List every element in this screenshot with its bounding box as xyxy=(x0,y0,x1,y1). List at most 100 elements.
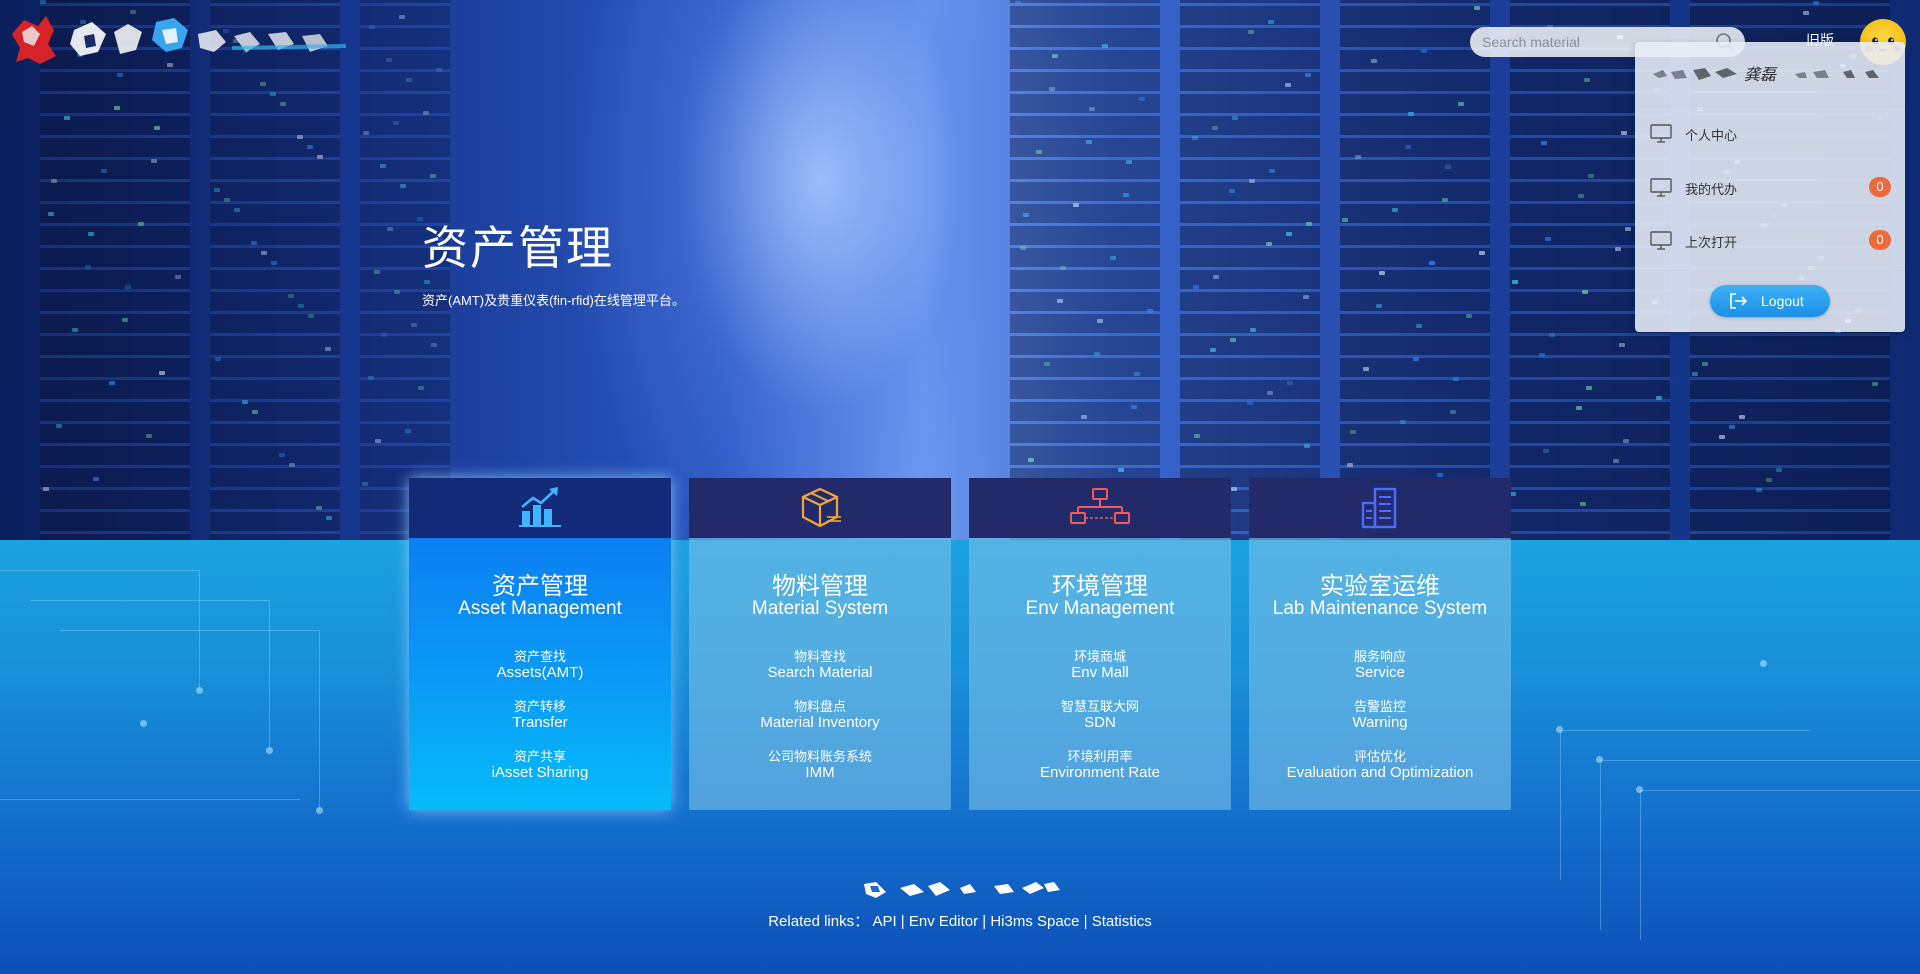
server-led xyxy=(114,106,120,110)
server-led xyxy=(215,357,221,361)
server-led xyxy=(1586,386,1592,390)
link-api[interactable]: API xyxy=(872,913,896,930)
card-link-en[interactable]: Warning xyxy=(1249,714,1511,731)
server-rack-image xyxy=(1180,0,1320,540)
card-link-en[interactable]: IMM xyxy=(689,764,951,781)
company-logo[interactable] xyxy=(10,12,350,70)
card-material-system[interactable]: 物料管理 Material System 物料查找 Search Materia… xyxy=(689,478,951,810)
server-led xyxy=(363,131,369,135)
card-link-cn[interactable]: 资产共享 xyxy=(409,746,671,765)
circuit-background xyxy=(0,540,1920,974)
link-hi3ms-space[interactable]: Hi3ms Space xyxy=(990,913,1079,930)
server-led xyxy=(1539,353,1545,357)
card-link-cn[interactable]: 公司物料账务系统 xyxy=(689,746,951,765)
menu-item-label: 个人中心 xyxy=(1685,128,1738,143)
server-led xyxy=(375,439,381,443)
card-link-en[interactable]: Search Material xyxy=(689,664,951,681)
server-led xyxy=(1139,97,1145,101)
server-led xyxy=(325,347,331,351)
server-led xyxy=(386,58,392,62)
server-led xyxy=(1052,54,1058,58)
server-led xyxy=(154,126,160,130)
server-led xyxy=(85,265,91,269)
server-led xyxy=(1512,280,1518,284)
card-link-en[interactable]: Environment Rate xyxy=(969,764,1231,781)
server-led xyxy=(88,232,94,236)
masked-name-graphic xyxy=(1795,70,1879,78)
server-led xyxy=(1692,372,1698,376)
server-led xyxy=(146,434,152,438)
card-link-en[interactable]: Evaluation and Optimization xyxy=(1249,764,1511,781)
card-link-en[interactable]: SDN xyxy=(969,714,1231,731)
server-led xyxy=(1193,285,1199,289)
card-link-cn[interactable]: 物料盘点 xyxy=(689,696,951,715)
server-led xyxy=(400,184,406,188)
server-led xyxy=(242,400,248,404)
server-led xyxy=(1756,488,1762,492)
card-link-cn[interactable]: 资产转移 xyxy=(409,696,671,715)
card-link-cn[interactable]: 环境商城 xyxy=(969,646,1231,665)
card-title-cn: 资产管理 xyxy=(492,573,588,600)
card-link-cn[interactable]: 物料查找 xyxy=(689,646,951,665)
card-link-en[interactable]: iAsset Sharing xyxy=(409,764,671,781)
server-led xyxy=(368,376,374,380)
server-led xyxy=(1230,338,1236,342)
link-statistics[interactable]: Statistics xyxy=(1092,913,1152,930)
card-link-cn[interactable]: 环境利用率 xyxy=(969,746,1231,765)
server-led xyxy=(43,487,49,491)
server-led xyxy=(72,328,78,332)
card-asset-management[interactable]: 资产管理 Asset Management 资产查找 Assets(AMT) 资… xyxy=(409,478,671,810)
user-dropdown-menu: 龚磊 个人中心 我的代办 0 上次打开 0 Logout xyxy=(1635,42,1905,332)
page-title: 资产管理 xyxy=(422,222,614,274)
server-led xyxy=(411,323,417,327)
server-led xyxy=(1656,396,1662,400)
server-led xyxy=(1269,169,1275,173)
card-link-en[interactable]: Material Inventory xyxy=(689,714,951,731)
card-link-cn[interactable]: 服务响应 xyxy=(1249,646,1511,665)
logout-button[interactable]: Logout xyxy=(1710,285,1830,317)
server-led xyxy=(48,212,54,216)
server-led xyxy=(1131,405,1137,409)
server-led xyxy=(252,410,258,414)
card-link-en[interactable]: Transfer xyxy=(409,714,671,731)
card-title-cn: 实验室运维 xyxy=(1320,573,1440,600)
server-led xyxy=(51,179,57,183)
network-icon xyxy=(1070,488,1130,524)
server-led xyxy=(1576,406,1582,410)
card-title-en: Lab Maintenance System xyxy=(1272,598,1488,619)
link-env-editor[interactable]: Env Editor xyxy=(909,913,978,930)
server-led xyxy=(424,280,430,284)
menu-item-last-opened[interactable]: 上次打开 0 xyxy=(1635,216,1905,266)
server-led xyxy=(1194,434,1200,438)
server-led xyxy=(1578,194,1584,198)
monitor-icon xyxy=(1650,231,1672,250)
server-led xyxy=(1408,112,1414,116)
server-led xyxy=(1413,357,1419,361)
server-led xyxy=(1613,459,1619,463)
card-link-en[interactable]: Assets(AMT) xyxy=(409,664,671,681)
server-led xyxy=(1303,295,1309,299)
menu-item-my-todo[interactable]: 我的代办 0 xyxy=(1635,163,1905,213)
last-opened-count-badge: 0 xyxy=(1869,230,1891,250)
server-led xyxy=(1089,107,1095,111)
server-led xyxy=(374,270,380,274)
server-led xyxy=(1429,261,1435,265)
server-led xyxy=(1267,391,1273,395)
card-env-management[interactable]: 环境管理 Env Management 环境商城 Env Mall 智慧互联大网… xyxy=(969,478,1231,810)
menu-item-personal-center[interactable]: 个人中心 xyxy=(1635,109,1905,159)
card-link-en[interactable]: Service xyxy=(1249,664,1511,681)
server-led xyxy=(280,102,286,106)
card-link-cn[interactable]: 评估优化 xyxy=(1249,746,1511,765)
card-link-cn[interactable]: 告警监控 xyxy=(1249,696,1511,715)
card-lab-maintenance[interactable]: 实验室运维 Lab Maintenance System 服务响应 Servic… xyxy=(1249,478,1511,810)
server-led xyxy=(399,15,405,19)
card-link-en[interactable]: Env Mall xyxy=(969,664,1231,681)
server-led xyxy=(297,135,303,139)
server-led xyxy=(1044,362,1050,366)
server-led xyxy=(436,68,442,72)
card-link-cn[interactable]: 资产查找 xyxy=(409,646,671,665)
card-header xyxy=(969,478,1231,538)
card-link-cn[interactable]: 智慧互联大网 xyxy=(969,696,1231,715)
server-led xyxy=(288,294,294,298)
server-led xyxy=(270,92,276,96)
